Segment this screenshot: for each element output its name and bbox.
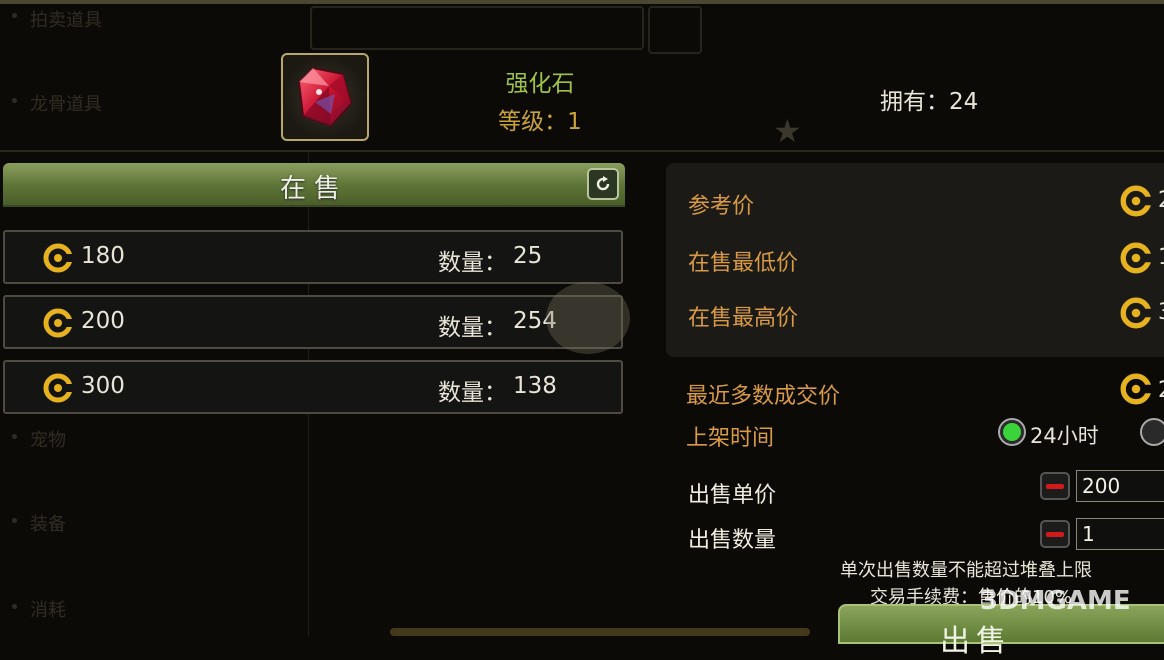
bg-star-icon: ★ <box>773 112 802 150</box>
bottom-decoration <box>390 628 810 636</box>
bg-search-box <box>310 6 644 50</box>
lowest-price-value: 1 <box>1158 245 1164 270</box>
radio-selected-dot <box>1003 423 1021 441</box>
bg-bullet <box>12 98 17 103</box>
refresh-button[interactable] <box>587 168 619 200</box>
on-sale-header: 在售 <box>3 163 625 207</box>
quantity-input[interactable] <box>1076 518 1164 550</box>
coin-icon <box>1120 242 1152 274</box>
listing-qty-label: 数量： <box>438 250 507 276</box>
owned-count: 拥有：24 <box>880 82 978 116</box>
coin-icon <box>1120 373 1152 405</box>
listing-qty: 138 <box>513 373 557 399</box>
quantity-label: 出售数量 <box>688 528 777 553</box>
recent-price-value: 2 <box>1158 378 1164 403</box>
coin-icon <box>1120 297 1152 329</box>
unit-price-decrease-button[interactable] <box>1040 472 1070 500</box>
bg-menu-item: 龙骨道具 <box>30 94 102 115</box>
radio-24h-label: 24小时 <box>1030 424 1099 448</box>
item-level-value: 1 <box>567 109 582 135</box>
bg-menu-item: 消耗 <box>30 600 66 621</box>
lowest-price-label: 在售最低价 <box>688 251 799 276</box>
bg-bullet <box>12 518 17 523</box>
bg-bullet <box>12 434 17 439</box>
stack-limit-notice: 单次出售数量不能超过堆叠上限 <box>840 560 1092 581</box>
unit-price-label: 出售单价 <box>688 483 777 508</box>
refresh-icon <box>596 176 610 191</box>
highest-price-label: 在售最高价 <box>688 306 799 331</box>
bg-menu-item: 拍卖道具 <box>30 10 102 31</box>
listing-row[interactable]: 300 数量： 138 <box>3 360 623 414</box>
radio-24h[interactable] <box>998 418 1026 446</box>
radio-unselected-dot <box>1145 423 1163 441</box>
red-gem-icon <box>297 66 353 128</box>
bg-menu-item: 装备 <box>30 514 66 535</box>
listing-row[interactable]: 200 数量： 254 <box>3 295 623 349</box>
item-name: 强化石 <box>505 71 575 97</box>
item-level-label: 等级： <box>498 109 568 135</box>
top-border <box>0 0 1164 4</box>
listing-price: 300 <box>81 373 125 399</box>
unit-price-input[interactable] <box>1076 470 1164 502</box>
watermark-mascot-icon <box>546 282 630 354</box>
minus-icon <box>1046 531 1064 537</box>
coin-icon <box>43 308 73 338</box>
radio-other[interactable] <box>1140 418 1164 446</box>
reference-price-label: 参考价 <box>688 194 755 219</box>
listing-qty-label: 数量： <box>438 315 507 341</box>
item-icon-slot[interactable] <box>281 53 369 141</box>
listing-price: 200 <box>81 308 125 334</box>
listing-row[interactable]: 180 数量： 25 <box>3 230 623 284</box>
listing-time-label: 上架时间 <box>686 426 775 451</box>
owned-value: 24 <box>949 89 979 115</box>
coin-icon <box>43 373 73 403</box>
header-divider <box>0 150 1164 152</box>
coin-icon <box>43 243 73 273</box>
on-sale-title: 在售 <box>279 174 348 204</box>
listing-qty: 25 <box>513 243 543 269</box>
item-level: 等级：1 <box>460 102 620 136</box>
coin-icon <box>1120 185 1152 217</box>
watermark-logo: 3DMGAME <box>980 586 1131 616</box>
minus-icon <box>1046 483 1064 489</box>
listing-price: 180 <box>81 243 125 269</box>
sell-button-label: 出售 <box>940 624 1012 659</box>
listing-qty-label: 数量： <box>438 380 507 406</box>
bg-menu-item: 宠物 <box>30 430 66 451</box>
owned-label: 拥有： <box>880 89 949 115</box>
reference-price-value: 2 <box>1158 188 1164 213</box>
recent-price-label: 最近多数成交价 <box>686 384 841 409</box>
bg-bullet <box>12 13 17 18</box>
bg-bullet <box>12 604 17 609</box>
quantity-decrease-button[interactable] <box>1040 520 1070 548</box>
highest-price-value: 3 <box>1158 300 1164 325</box>
bg-refresh-icon <box>648 6 702 54</box>
